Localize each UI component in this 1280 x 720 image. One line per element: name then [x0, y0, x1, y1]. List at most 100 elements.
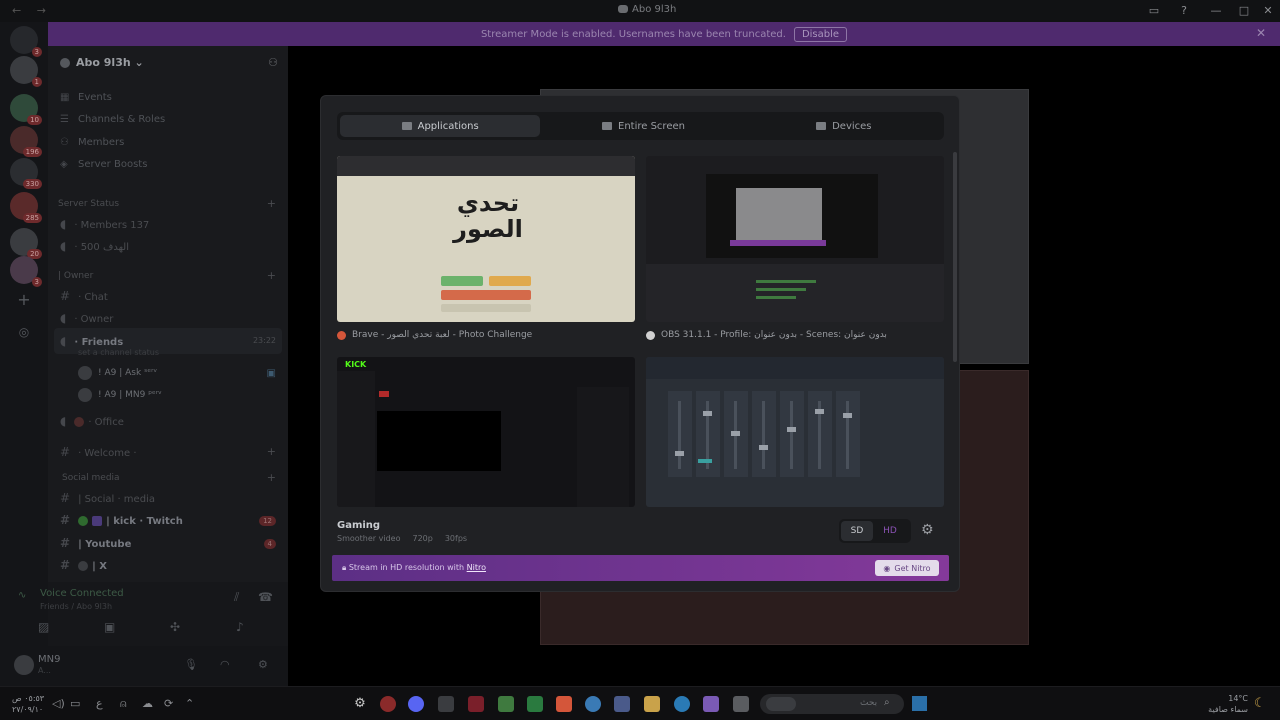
channel-youtube[interactable]: # | Youtube	[60, 536, 131, 550]
channel-social[interactable]: # | Social · media	[60, 491, 155, 505]
dm-avatar[interactable]: 10	[10, 94, 42, 125]
category-owner[interactable]: | Owner	[58, 271, 93, 281]
server-icon[interactable]: 196	[10, 126, 42, 157]
minimize-icon[interactable]: —	[1208, 3, 1224, 19]
steam-icon[interactable]: ⚙	[352, 696, 368, 712]
voice-location[interactable]: Friends / Abo 9l3h	[40, 602, 112, 611]
app-tile-mixer[interactable]	[646, 357, 944, 507]
language-indicator[interactable]: ع	[96, 697, 103, 710]
get-nitro-button[interactable]: ◉ Get Nitro	[875, 560, 939, 576]
close-window-icon[interactable]: ✕	[1260, 3, 1276, 19]
nvidia-icon[interactable]	[498, 696, 514, 712]
volume-icon[interactable]: ◁)	[52, 697, 65, 710]
user-name[interactable]: MN9	[38, 654, 60, 665]
channel-owner[interactable]: ◖ · Owner	[60, 311, 113, 325]
weather-widget[interactable]: 14°C سماء صافية	[1208, 693, 1248, 715]
user-avatar[interactable]	[14, 655, 34, 675]
file-explorer-icon[interactable]	[644, 696, 660, 712]
stream-settings-icon[interactable]: ⚙	[921, 522, 934, 538]
sync-icon[interactable]: ⟳	[164, 697, 173, 710]
browser-toolbar	[337, 156, 635, 176]
add-channel-icon[interactable]: +	[267, 197, 276, 210]
add-channel-icon[interactable]: +	[267, 445, 276, 458]
obs-taskbar-icon[interactable]	[438, 696, 454, 712]
channel-x[interactable]: # | X	[60, 558, 107, 572]
channel-label: | Social · media	[78, 494, 155, 505]
discover-icon[interactable]: ◎	[10, 318, 38, 346]
hd-button[interactable]: HD	[873, 526, 907, 536]
add-channel-icon[interactable]: +	[267, 471, 276, 484]
channel-goal[interactable]: ◖ · الهدف 500	[60, 239, 129, 253]
add-channel-icon[interactable]: +	[267, 269, 276, 282]
server-icon[interactable]: 285	[10, 192, 42, 223]
guild-header[interactable]: Abo 9l3h ⌄	[60, 56, 144, 69]
banner-close-icon[interactable]: ✕	[1256, 26, 1266, 40]
sd-button[interactable]: SD	[841, 521, 873, 541]
clock[interactable]: ٠٥:٥٣ ص ٢٧/٠٩/١٠	[12, 693, 44, 715]
menu-events[interactable]: ▦ Events	[60, 92, 112, 103]
microphone-icon[interactable]: 🎙︎	[184, 658, 198, 671]
server-icon[interactable]: 3	[10, 256, 42, 287]
category-social-media[interactable]: Social media	[62, 473, 120, 483]
settings-icon[interactable]: ⚙	[258, 658, 268, 671]
tab-devices[interactable]: Devices	[744, 112, 944, 140]
channel-friends[interactable]: ◖ · Friends	[60, 334, 123, 348]
voice-status[interactable]: Voice Connected	[40, 588, 124, 599]
nitro-link[interactable]: Nitro	[467, 563, 486, 572]
tab-applications[interactable]: Applications	[340, 115, 541, 137]
nav-arrows[interactable]: ← →	[12, 4, 52, 17]
help-icon[interactable]: ?	[1176, 3, 1192, 19]
app-tile-kick[interactable]: KICK	[337, 357, 635, 507]
chevron-up-icon[interactable]: ⌃	[185, 697, 194, 710]
scrollbar[interactable]	[953, 152, 957, 362]
taskbar-search[interactable]: بحث ⌕	[760, 694, 904, 714]
app-tile-obs[interactable]: OBS 31.1.1 - Profile: بدون عنوان - Scene…	[646, 156, 944, 340]
app-icon[interactable]	[468, 696, 484, 712]
inbox-icon[interactable]: ▭	[1146, 3, 1162, 19]
thumb-bar	[441, 304, 531, 312]
channel-chat[interactable]: # · Chat	[60, 289, 108, 303]
brave-taskbar-icon[interactable]	[556, 696, 572, 712]
app-icon[interactable]	[380, 696, 396, 712]
app-tile-brave[interactable]: تحدي الصور Brave - لعبة تحدي الصور - Pho…	[337, 156, 635, 340]
category-server-status[interactable]: Server Status	[58, 199, 119, 209]
cloud-icon[interactable]: ☁	[142, 697, 153, 710]
headphones-icon[interactable]: ◠	[220, 658, 230, 671]
voice-member[interactable]: ! A9 | MN9 ᵖᵉʳᵛ	[78, 388, 162, 402]
task-view-icon[interactable]	[733, 696, 749, 712]
tab-entire-screen[interactable]: Entire Screen	[543, 112, 743, 140]
channel-kick-twitch[interactable]: # | kick · Twitch	[60, 513, 183, 527]
microphone-tray-icon[interactable]: ⍝	[120, 697, 127, 711]
xbox-icon[interactable]	[527, 696, 543, 712]
discord-taskbar-icon[interactable]	[408, 696, 424, 712]
disconnect-icon[interactable]: ☎	[258, 590, 273, 604]
edge-icon[interactable]	[674, 696, 690, 712]
server-icon[interactable]: 330	[10, 158, 42, 189]
channel-status[interactable]: set a channel status	[78, 348, 159, 357]
voice-member[interactable]: ! A9 | Ask ˢᵉʳᵛ	[78, 366, 157, 380]
start-button[interactable]	[912, 696, 927, 711]
display-icon[interactable]: ▭	[70, 697, 80, 710]
add-server-icon[interactable]: +	[10, 286, 38, 314]
invite-icon[interactable]: ⚇	[268, 56, 278, 69]
chrome-icon[interactable]	[585, 696, 601, 712]
menu-members[interactable]: ⚇ Members	[60, 137, 124, 148]
disable-button[interactable]: Disable	[793, 26, 848, 42]
channel-welcome[interactable]: # · Welcome ·	[60, 445, 137, 459]
speaker-icon: ◖	[60, 311, 67, 325]
home-icon[interactable]: 3	[10, 26, 42, 57]
server-icon[interactable]: 20	[10, 228, 42, 259]
camera-off-icon[interactable]: ▨	[38, 620, 49, 634]
screen-share-icon[interactable]: ▣	[104, 620, 115, 634]
menu-channels-roles[interactable]: ☰ Channels & Roles	[60, 114, 165, 125]
menu-server-boosts[interactable]: ◈ Server Boosts	[60, 159, 147, 170]
noise-suppression-icon[interactable]: ⫽	[234, 590, 239, 605]
channel-members-count[interactable]: ◖ · Members 137	[60, 217, 149, 231]
soundboard-icon[interactable]: ♪	[236, 620, 244, 634]
store-icon[interactable]	[614, 696, 630, 712]
channel-office[interactable]: ◖ · Office	[60, 414, 124, 428]
dm-avatar[interactable]: 1	[10, 56, 42, 87]
maximize-icon[interactable]: □	[1236, 3, 1252, 19]
copilot-icon[interactable]	[703, 696, 719, 712]
activities-icon[interactable]: ✣	[170, 620, 180, 634]
